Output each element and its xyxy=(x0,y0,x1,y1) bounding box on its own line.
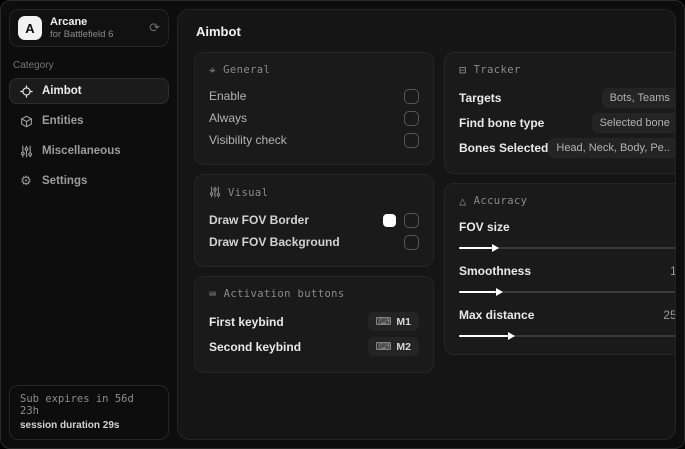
setting-row-second-keybind: Second keybind ⌨ M2 xyxy=(209,334,419,359)
scan-icon: ⊟ xyxy=(459,63,467,77)
setting-row-targets: Targets Bots, Teams ⇅ xyxy=(459,85,675,110)
app-logo: A xyxy=(18,16,42,41)
card-title: General xyxy=(223,64,271,76)
activation-buttons-card: ⌨ Activation buttons First keybind ⌨ M1 … xyxy=(194,276,434,373)
slider-value: 50° xyxy=(675,220,676,234)
category-label: Category xyxy=(13,60,54,72)
sidebar-item-label: Settings xyxy=(42,175,88,188)
card-title: Tracker xyxy=(473,64,521,76)
max-distance-slider[interactable] xyxy=(459,331,675,340)
sliders-icon xyxy=(19,144,33,158)
setting-row-enable: Enable xyxy=(209,85,419,107)
keybind-value: M2 xyxy=(396,340,411,353)
setting-row-bones-selected: Bones Selected Head, Neck, Body, Pe.. ⇅ xyxy=(459,135,675,160)
slider-value: 15.0 xyxy=(669,264,676,278)
cube-icon xyxy=(19,114,33,128)
bones-selected-select[interactable]: Head, Neck, Body, Pe.. ⇅ xyxy=(548,137,675,158)
card-title: Activation buttons xyxy=(223,288,345,300)
sidebar-item-settings[interactable]: ⚙ Settings xyxy=(9,168,169,194)
draw-fov-background-checkbox[interactable] xyxy=(404,234,419,250)
fov-size-slider[interactable] xyxy=(459,243,675,252)
sub-expiry-text: Sub expires in 56d 23h xyxy=(20,393,134,417)
accuracy-card: △ Accuracy FOV size 50° xyxy=(444,183,676,355)
slider-value: 250m xyxy=(663,308,676,322)
setting-row-draw-fov-border: Draw FOV Border xyxy=(209,209,419,231)
sidebar-nav: Aimbot Entities Miscellaneous ⚙ Settings xyxy=(9,78,169,198)
enable-checkbox[interactable] xyxy=(404,88,419,104)
visual-card: Visual Draw FOV Border Draw FOV Backgrou… xyxy=(194,174,434,267)
triangle-icon: △ xyxy=(459,194,467,208)
sliders-icon xyxy=(209,186,221,200)
app-name: Arcane xyxy=(50,16,88,28)
main-panel: Aimbot ⌖ General Enable Always Visibilit… xyxy=(177,9,676,440)
always-checkbox[interactable] xyxy=(404,110,419,126)
find-bone-type-select[interactable]: Selected bone ⇅ xyxy=(591,112,675,133)
keyboard-icon: ⌨ xyxy=(375,341,392,353)
setting-row-always: Always xyxy=(209,107,419,129)
sidebar-item-label: Aimbot xyxy=(42,85,82,98)
sidebar-item-entities[interactable]: Entities xyxy=(9,108,169,134)
first-keybind-button[interactable]: ⌨ M1 xyxy=(367,312,419,331)
app-subtitle: for Battlefield 6 xyxy=(50,28,114,40)
slider-handle[interactable] xyxy=(459,331,515,340)
subscription-info: Sub expires in 56d 23h session duration … xyxy=(9,385,169,440)
general-card: ⌖ General Enable Always Visibility check xyxy=(194,52,434,165)
smoothness-slider[interactable] xyxy=(459,287,675,296)
max-distance-setting: Max distance 250m xyxy=(459,304,676,340)
app-window: A Arcane for Battlefield 6 ⟳ Category Ai… xyxy=(0,0,685,449)
slider-handle[interactable] xyxy=(459,243,498,252)
setting-row-first-keybind: First keybind ⌨ M1 xyxy=(209,309,419,334)
keyboard-icon: ⌨ xyxy=(209,287,217,301)
sidebar-item-label: Miscellaneous xyxy=(42,145,121,158)
slider-handle[interactable] xyxy=(459,287,504,296)
target-icon: ⌖ xyxy=(209,63,217,77)
select-value: Head, Neck, Body, Pe.. xyxy=(556,141,670,154)
select-value: Bots, Teams xyxy=(609,91,670,104)
page-title: Aimbot xyxy=(196,24,241,39)
second-keybind-button[interactable]: ⌨ M2 xyxy=(367,337,419,356)
sidebar: A Arcane for Battlefield 6 ⟳ Category Ai… xyxy=(1,1,177,448)
color-swatch[interactable] xyxy=(383,213,396,227)
card-title: Accuracy xyxy=(473,195,528,207)
sidebar-item-label: Entities xyxy=(42,115,84,128)
sidebar-item-aimbot[interactable]: Aimbot xyxy=(9,78,169,105)
targets-select[interactable]: Bots, Teams ⇅ xyxy=(601,87,675,108)
select-value: Selected bone xyxy=(599,116,670,129)
session-duration-text: session duration 29s xyxy=(20,420,120,431)
keyboard-icon: ⌨ xyxy=(375,316,392,328)
crosshair-icon xyxy=(19,84,33,98)
setting-row-visibility-check: Visibility check xyxy=(209,129,419,151)
sidebar-item-miscellaneous[interactable]: Miscellaneous xyxy=(9,138,169,164)
tracker-card: ⊟ Tracker Targets Bots, Teams ⇅ Find bon… xyxy=(444,52,675,174)
smoothness-setting: Smoothness 15.0 xyxy=(459,260,676,296)
draw-fov-border-checkbox[interactable] xyxy=(404,212,419,228)
fov-size-setting: FOV size 50° xyxy=(459,216,676,252)
setting-row-draw-fov-background: Draw FOV Background xyxy=(209,231,419,253)
gear-icon: ⚙ xyxy=(20,173,32,189)
setting-row-find-bone-type: Find bone type Selected bone ⇅ xyxy=(459,110,675,135)
visibility-check-checkbox[interactable] xyxy=(404,132,419,148)
sync-icon[interactable]: ⟳ xyxy=(149,20,160,36)
brand-card: A Arcane for Battlefield 6 ⟳ xyxy=(9,9,169,48)
card-title: Visual xyxy=(228,187,269,199)
keybind-value: M1 xyxy=(396,315,411,328)
